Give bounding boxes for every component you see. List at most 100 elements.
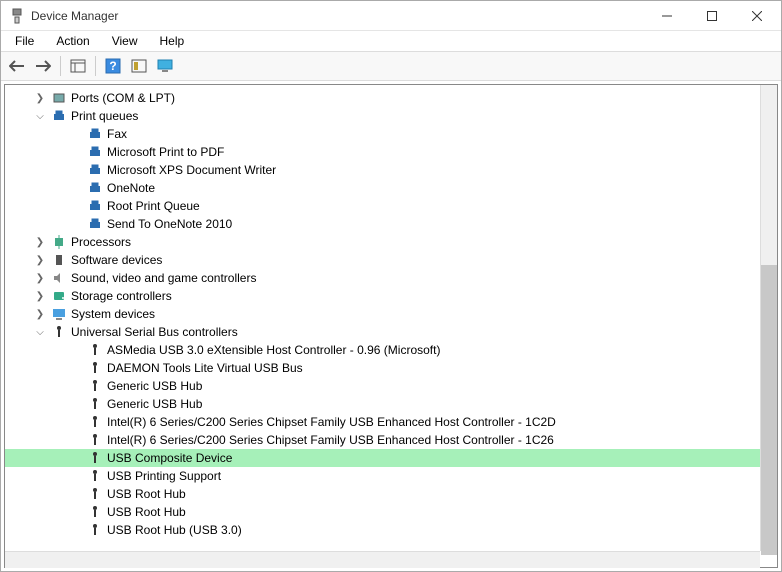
content-area: ❯ Ports (COM & LPT) ⌵ Print queues Fax M… [1,81,781,571]
tree-label: System devices [71,307,155,321]
horizontal-scrollbar[interactable] [5,551,760,568]
tree-label: Generic USB Hub [107,379,202,393]
expand-icon[interactable]: ❯ [33,289,47,303]
tree-node-usb: ⌵ Universal Serial Bus controllers ASMed… [15,323,777,539]
tree-children: Fax Microsoft Print to PDF Microsoft XPS… [15,125,777,233]
show-hide-button[interactable] [66,54,90,78]
tree-node-sound: ❯ Sound, video and game controllers [15,269,777,287]
usb-icon [87,396,103,412]
tree-row[interactable]: ASMedia USB 3.0 eXtensible Host Controll… [35,341,777,359]
tree-row[interactable]: ⌵ Print queues [15,107,777,125]
usb-icon [87,342,103,358]
tree-label: Ports (COM & LPT) [71,91,175,105]
tree-row[interactable]: USB Root Hub [35,503,777,521]
help-button[interactable]: ? [101,54,125,78]
printer-icon [87,162,103,178]
tree-row[interactable]: Fax [35,125,777,143]
tree-row[interactable]: USB Root Hub (USB 3.0) [35,521,777,539]
usb-icon [87,450,103,466]
close-button[interactable] [734,2,779,30]
tree-node-print-queues: ⌵ Print queues Fax Microsoft Print to PD… [15,107,777,233]
collapse-icon[interactable]: ⌵ [33,325,47,339]
usb-icon [87,378,103,394]
tree-row[interactable]: ❯ Software devices [15,251,777,269]
expand-icon[interactable]: ❯ [33,91,47,105]
toolbar: ? [1,51,781,81]
tree-row[interactable]: ⌵ Universal Serial Bus controllers [15,323,777,341]
expand-icon[interactable]: ❯ [33,307,47,321]
app-icon [9,8,25,24]
tree-node-processors: ❯ Processors [15,233,777,251]
tree-row[interactable]: ❯ Sound, video and game controllers [15,269,777,287]
scrollbar-thumb[interactable] [761,265,777,555]
tree-label: Intel(R) 6 Series/C200 Series Chipset Fa… [107,433,554,447]
expand-icon[interactable]: ❯ [33,253,47,267]
toolbar-separator [60,56,61,76]
back-button[interactable] [5,54,29,78]
tree-children: ASMedia USB 3.0 eXtensible Host Controll… [15,341,777,539]
printer-icon [87,126,103,142]
tree-node-software: ❯ Software devices [15,251,777,269]
sound-icon [51,270,67,286]
tree-row[interactable]: Microsoft XPS Document Writer [35,161,777,179]
printer-icon [87,144,103,160]
menubar: File Action View Help [1,31,781,51]
tree-row[interactable]: Send To OneNote 2010 [35,215,777,233]
tree-row[interactable]: OneNote [35,179,777,197]
scan-button[interactable] [127,54,151,78]
maximize-button[interactable] [689,2,734,30]
tree-row[interactable]: ❯ Processors [15,233,777,251]
forward-button[interactable] [31,54,55,78]
tree-label: ASMedia USB 3.0 eXtensible Host Controll… [107,343,440,357]
tree-row[interactable]: DAEMON Tools Lite Virtual USB Bus [35,359,777,377]
tree-row[interactable]: Generic USB Hub [35,377,777,395]
tree-label: Print queues [71,109,138,123]
menu-view[interactable]: View [102,32,148,50]
usb-icon [51,324,67,340]
tree-label: DAEMON Tools Lite Virtual USB Bus [107,361,303,375]
storage-icon [51,288,67,304]
usb-icon [87,360,103,376]
tree-row-selected[interactable]: USB Composite Device [4,449,777,467]
tree-label: Generic USB Hub [107,397,202,411]
collapse-icon[interactable]: ⌵ [33,109,47,123]
tree-label: OneNote [107,181,155,195]
tree-label: USB Composite Device [107,451,232,465]
tree-row[interactable]: ❯ Ports (COM & LPT) [15,89,777,107]
tree-row[interactable]: USB Root Hub [35,485,777,503]
printer-icon [51,108,67,124]
device-tree[interactable]: ❯ Ports (COM & LPT) ⌵ Print queues Fax M… [4,84,778,568]
menu-action[interactable]: Action [46,32,99,50]
cpu-icon [51,234,67,250]
menu-help[interactable]: Help [150,32,195,50]
vertical-scrollbar[interactable] [760,85,777,551]
tree-row[interactable]: USB Printing Support [35,467,777,485]
printer-icon [87,180,103,196]
tree-row[interactable]: Root Print Queue [35,197,777,215]
usb-icon [87,504,103,520]
expand-icon[interactable]: ❯ [33,235,47,249]
tree-row[interactable]: ❯ Storage controllers [15,287,777,305]
tree-label: Microsoft Print to PDF [107,145,224,159]
software-icon [51,252,67,268]
monitor-button[interactable] [153,54,177,78]
system-icon [51,306,67,322]
tree-row[interactable]: Microsoft Print to PDF [35,143,777,161]
tree-label: Processors [71,235,131,249]
printer-icon [87,198,103,214]
menu-file[interactable]: File [5,32,44,50]
tree-label: USB Root Hub [107,487,186,501]
usb-icon [87,414,103,430]
tree-row[interactable]: Intel(R) 6 Series/C200 Series Chipset Fa… [35,431,777,449]
expand-icon[interactable]: ❯ [33,271,47,285]
minimize-button[interactable] [644,2,689,30]
tree-label: Microsoft XPS Document Writer [107,163,276,177]
usb-icon [87,468,103,484]
tree-row[interactable]: ❯ System devices [15,305,777,323]
tree-row[interactable]: Intel(R) 6 Series/C200 Series Chipset Fa… [35,413,777,431]
tree-row[interactable]: Generic USB Hub [35,395,777,413]
svg-text:?: ? [109,59,116,73]
tree-label: Send To OneNote 2010 [107,217,232,231]
window-title: Device Manager [31,9,644,23]
toolbar-separator [95,56,96,76]
